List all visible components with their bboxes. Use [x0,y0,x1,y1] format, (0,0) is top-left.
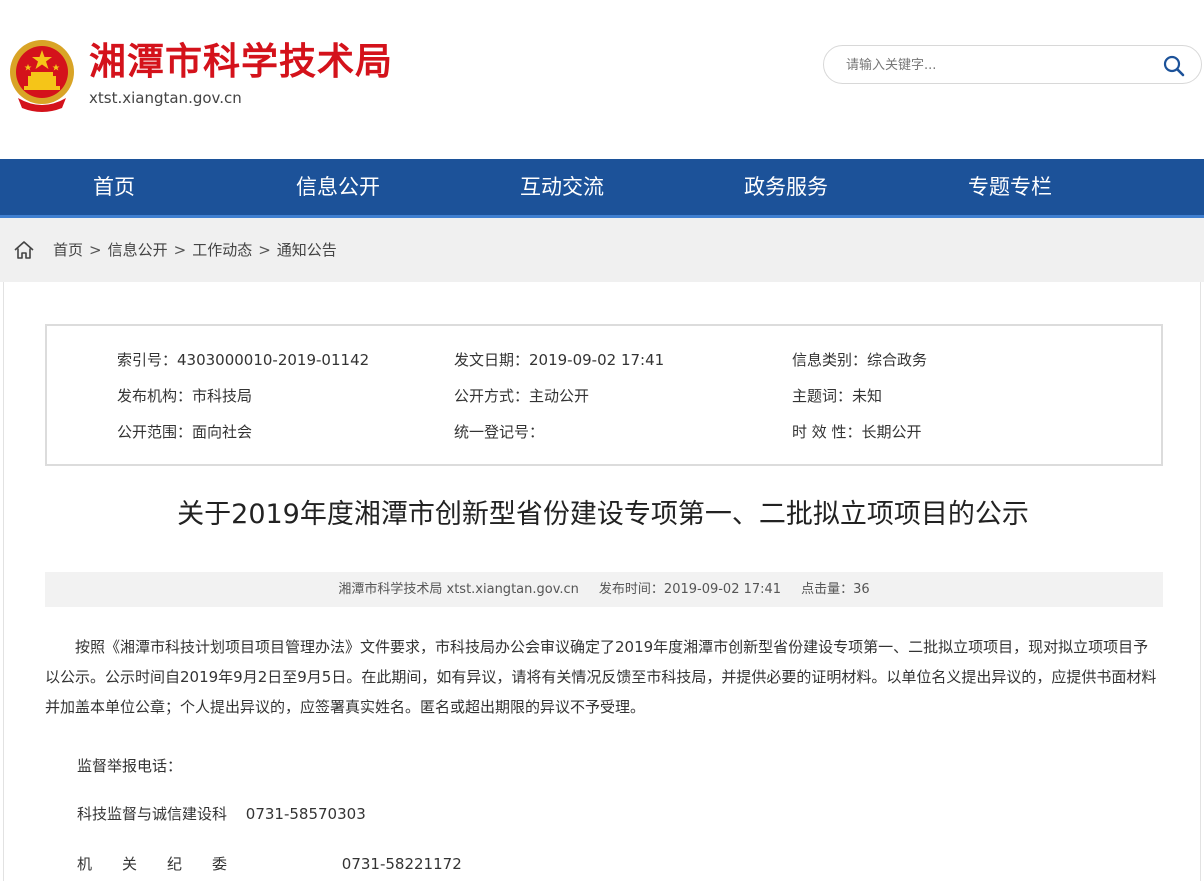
metadata-table: 索引号：4303000010-2019-01142 发文日期：2019-09-0… [45,324,1163,466]
nav-item-special-topics[interactable]: 专题专栏 [920,159,1100,215]
hotline-label: 监督举报电话： [77,757,183,775]
meta-publish-date: 发文日期：2019-09-02 17:41 [454,351,665,369]
meta-keywords: 主题词：未知 [792,387,883,405]
national-emblem-icon [10,40,74,112]
meta-validity: 时 效 性：长期公开 [792,423,922,441]
meta-publisher: 发布机构：市科技局 [117,387,253,405]
meta-index-no: 索引号：4303000010-2019-01142 [117,351,370,369]
article-title: 关于2019年度湘潭市创新型省份建设专项第一、二批拟立项项目的公示 [177,499,1029,530]
article-source: 湘潭市科学技术局 xtst.xiangtan.gov.cn [338,582,579,597]
meta-registration-no: 统一登记号： [454,423,545,441]
article-paragraph: 按照《湘潭市科技计划项目项目管理办法》文件要求，市科技局办公会审议确定了2019… [45,638,1157,716]
meta-disclosure-scope: 公开范围：面向社会 [117,423,253,441]
site-title[interactable]: 湘潭市科学技术局 [89,40,393,84]
breadcrumb-work-updates[interactable]: 工作动态 [192,241,252,259]
breadcrumb-info-disclosure[interactable]: 信息公开 [108,241,168,259]
main-nav: 首页 信息公开 互动交流 政务服务 专题专栏 [0,159,1204,218]
contact-phone: 0731-58570303 [245,805,366,823]
search-box [823,45,1202,84]
breadcrumb-notices[interactable]: 通知公告 [277,241,337,259]
breadcrumb-separator: > [89,241,102,259]
search-icon[interactable] [1162,54,1186,78]
article-body: 按照《湘潭市科技计划项目项目管理办法》文件要求，市科技局办公会审议确定了2019… [45,632,1163,722]
search-input[interactable] [846,55,1146,75]
article-publish-time: 发布时间：2019-09-02 17:41 [598,582,782,597]
meta-info-category: 信息类别：综合政务 [792,351,928,369]
nav-item-home[interactable]: 首页 [24,159,204,215]
nav-item-government-services[interactable]: 政务服务 [696,159,876,215]
contact-name: 机 关 纪 委 [77,855,228,873]
contact-row: 科技监督与诚信建设科 0731-58570303 [77,804,366,824]
breadcrumb: 首页 > 信息公开 > 工作动态 > 通知公告 [53,240,337,260]
article-views: 点击量：36 [801,582,870,597]
breadcrumb-home[interactable]: 首页 [53,241,83,259]
contact-row: 机 关 纪 委 0731-58221172 [77,854,462,874]
meta-disclosure-method: 公开方式：主动公开 [454,387,590,405]
site-header: 湘潭市科学技术局 xtst.xiangtan.gov.cn [0,0,1204,159]
contact-name: 科技监督与诚信建设科 [77,805,228,823]
contact-phone: 0731-58221172 [341,855,462,873]
nav-item-info-disclosure[interactable]: 信息公开 [248,159,428,215]
breadcrumb-separator: > [258,241,271,259]
article-info-strip: 湘潭市科学技术局 xtst.xiangtan.gov.cn 发布时间：2019-0… [45,572,1163,607]
breadcrumb-bar: 首页 > 信息公开 > 工作动态 > 通知公告 [0,218,1204,282]
site-domain: xtst.xiangtan.gov.cn [89,89,242,107]
article-container: 索引号：4303000010-2019-01142 发文日期：2019-09-0… [3,282,1201,881]
nav-item-interaction[interactable]: 互动交流 [472,159,652,215]
home-icon [14,241,34,259]
breadcrumb-separator: > [173,241,187,259]
